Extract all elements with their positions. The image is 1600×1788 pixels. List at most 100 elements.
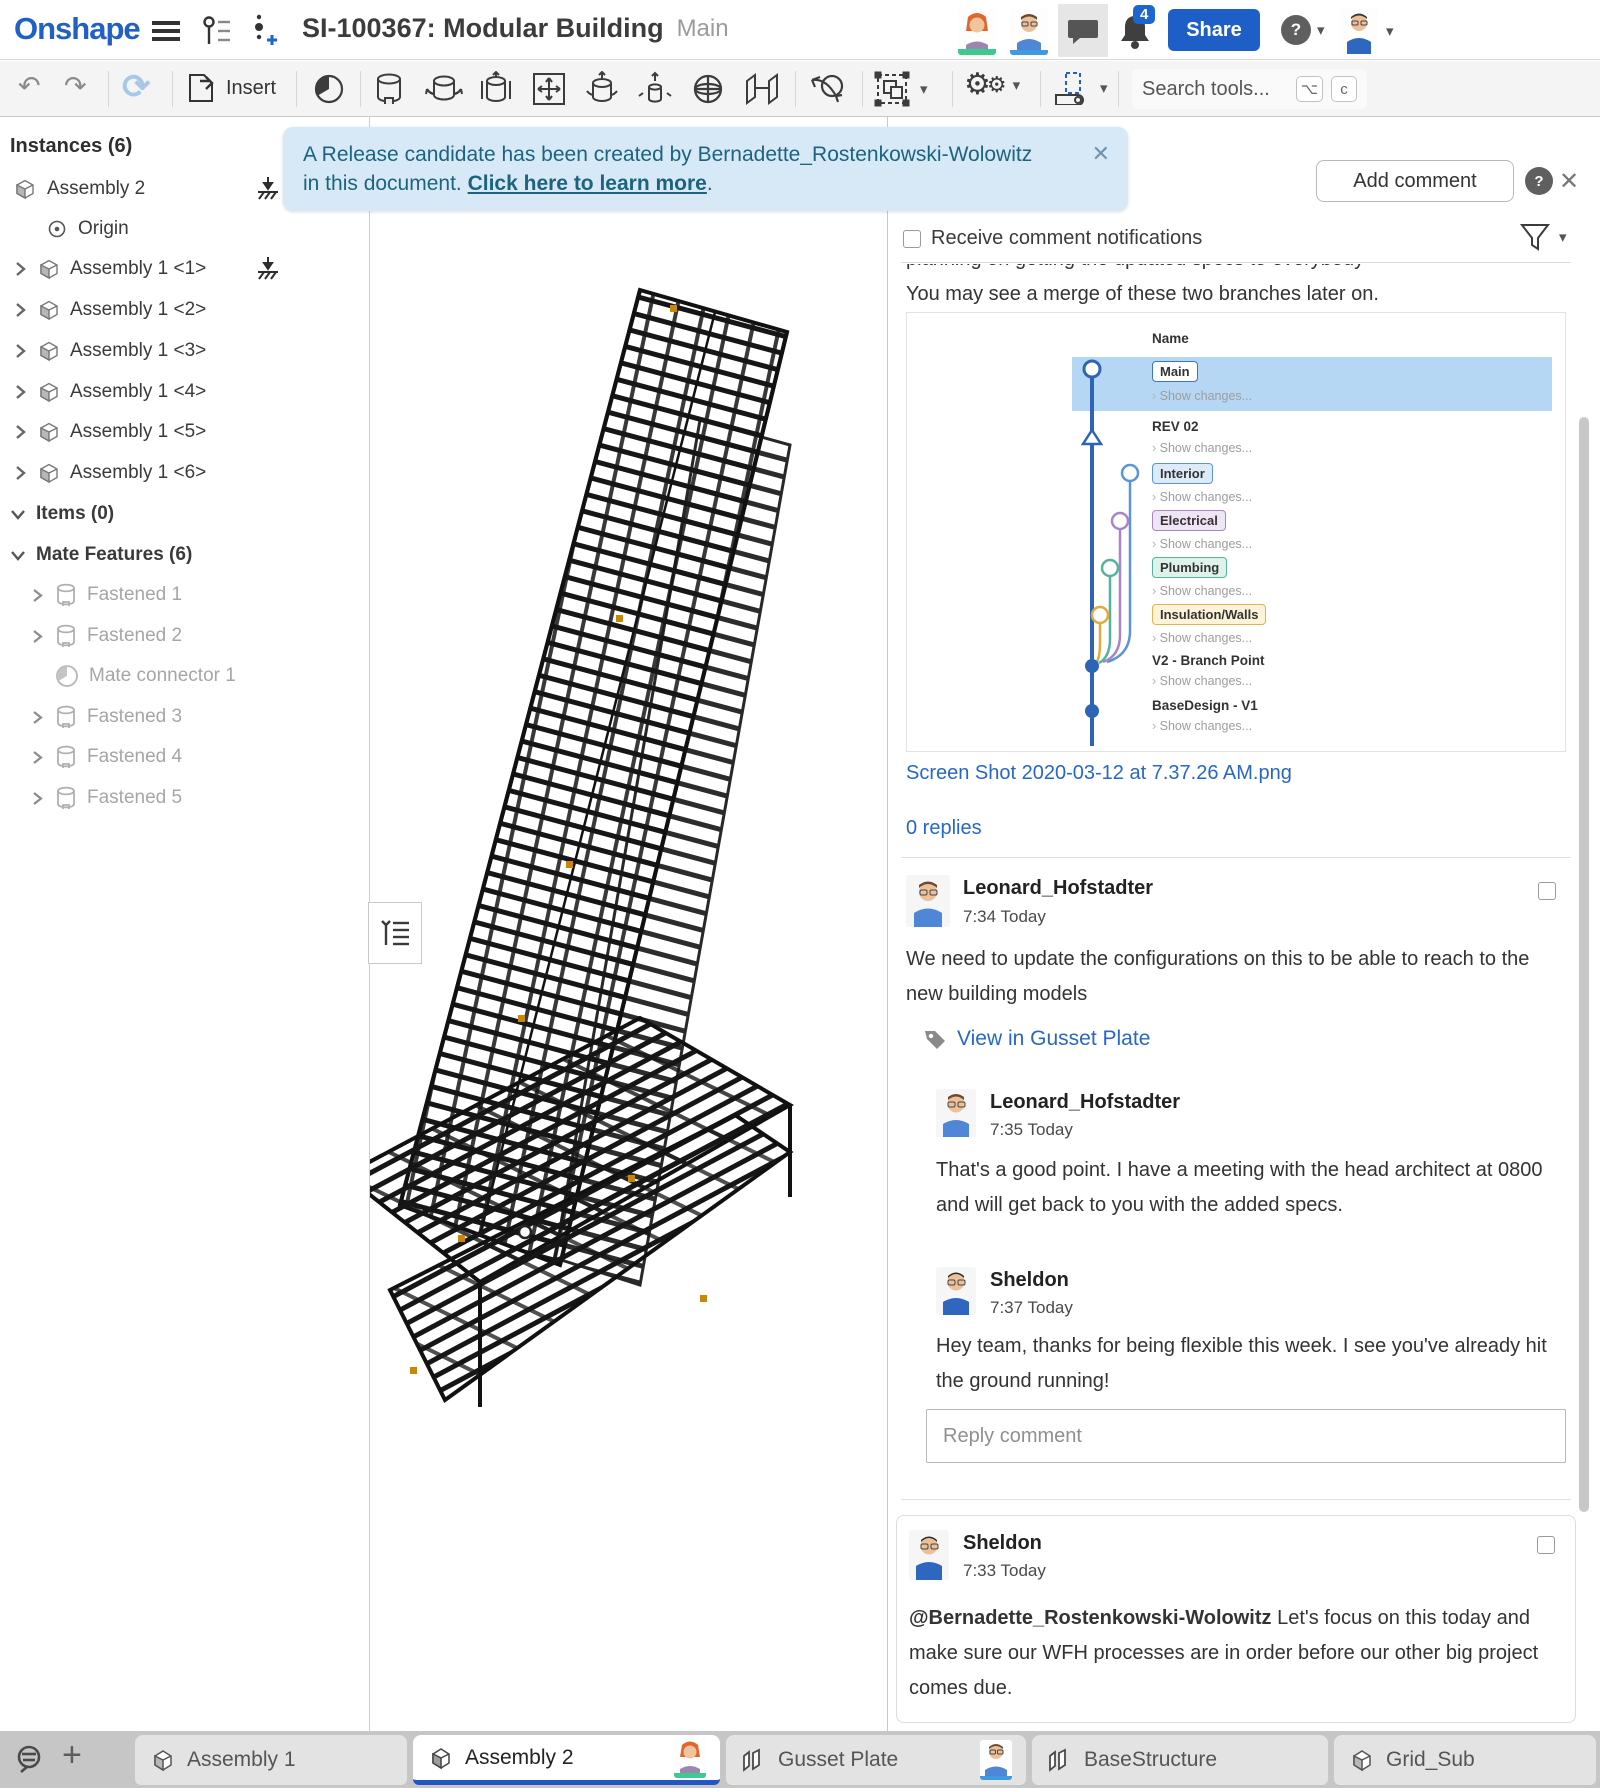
- tab-grid-sub[interactable]: Grid_Sub: [1334, 1735, 1596, 1785]
- notifications-label: Receive comment notifications: [931, 227, 1202, 250]
- planar-mate-icon[interactable]: [531, 71, 567, 107]
- insert-version-icon[interactable]: [250, 12, 280, 48]
- tree-item-fastened4[interactable]: Fastened 4: [30, 740, 182, 774]
- collaborator-avatar-bernadette: [958, 9, 996, 55]
- mate-connector-icon[interactable]: [312, 72, 346, 106]
- chat-bubble-icon: [1068, 17, 1098, 45]
- origin-marker: [519, 1226, 531, 1238]
- chevron-right-icon[interactable]: [30, 588, 45, 603]
- chevron-right-icon[interactable]: [30, 791, 45, 806]
- revolute-mate-icon[interactable]: [425, 71, 463, 107]
- section-view-menu[interactable]: ▾: [1052, 71, 1108, 105]
- chevron-right-icon[interactable]: [12, 261, 28, 277]
- assembly-icon: [149, 1746, 177, 1774]
- comments-toggle-button[interactable]: [1058, 4, 1108, 57]
- comments-close-icon[interactable]: ✕: [1559, 167, 1579, 196]
- chevron-right-icon[interactable]: [12, 465, 28, 481]
- comments-help-icon[interactable]: ?: [1525, 167, 1553, 195]
- notifications-checkbox[interactable]: [903, 230, 921, 248]
- assembly-icon: [12, 176, 38, 202]
- chevron-down-icon[interactable]: [10, 547, 26, 563]
- tree-item-mate-connector1[interactable]: Mate connector 1: [54, 659, 236, 693]
- view-in-gusset-plate-link[interactable]: View in Gusset Plate: [957, 1027, 1150, 1051]
- version-tree-icon[interactable]: [200, 14, 232, 46]
- tab-gusset-plate[interactable]: Gusset Plate: [726, 1735, 1026, 1785]
- thread1-body: You may see a merge of these two branche…: [906, 277, 1566, 312]
- tab-assembly1[interactable]: Assembly 1: [135, 1735, 407, 1785]
- feature-tools-menu[interactable]: ⚙ ⚙ ▾: [964, 67, 1020, 102]
- add-comment-button[interactable]: Add comment: [1316, 160, 1514, 202]
- tree-item-assembly1-5[interactable]: Assembly 1 <5>: [12, 415, 206, 449]
- tree-item-fastened2[interactable]: Fastened 2: [30, 619, 182, 653]
- part-studio-icon: [1046, 1746, 1074, 1774]
- fixed-anchor-icon: [255, 255, 281, 281]
- chevron-down-icon: ▾: [1317, 21, 1325, 39]
- tab-basestructure[interactable]: BaseStructure: [1032, 1735, 1328, 1785]
- chevron-right-icon[interactable]: [30, 629, 45, 644]
- tree-item-origin[interactable]: Origin: [46, 212, 129, 246]
- tree-section-items[interactable]: Items (0): [10, 497, 114, 531]
- update-sync-icon[interactable]: ⟳: [122, 67, 151, 107]
- replies-count-link[interactable]: 0 replies: [906, 817, 982, 840]
- search-tools-placeholder: Search tools...: [1142, 78, 1288, 101]
- comment-time: 7:33 Today: [963, 1561, 1046, 1581]
- tree-item-assembly2-root[interactable]: Assembly 2: [12, 172, 145, 206]
- avatar-leonard: [906, 875, 950, 927]
- learn-more-link[interactable]: Click here to learn more: [468, 172, 707, 195]
- parallel-mate-icon[interactable]: [743, 71, 781, 107]
- share-button[interactable]: Share: [1168, 9, 1260, 51]
- reply-comment-input[interactable]: [926, 1409, 1566, 1463]
- instances-flyout-toggle[interactable]: [368, 902, 422, 964]
- group-tools-menu[interactable]: ▾: [874, 71, 928, 107]
- assembly-icon: [1348, 1746, 1376, 1774]
- chevron-down-icon: ▾: [1100, 79, 1108, 97]
- cylindrical-mate-icon[interactable]: [584, 71, 620, 107]
- help-menu[interactable]: ? ▾: [1281, 15, 1325, 45]
- attached-version-tree-image[interactable]: Name Main Show changes... REV 02 Sh: [906, 312, 1566, 752]
- tab-search-icon[interactable]: [12, 1743, 54, 1777]
- chevron-right-icon[interactable]: [30, 710, 45, 725]
- chevron-right-icon[interactable]: [12, 302, 28, 318]
- tree-item-assembly1-6[interactable]: Assembly 1 <6>: [12, 456, 206, 490]
- tab-avatar-leonard: [980, 1740, 1012, 1780]
- tree-section-mate-features[interactable]: Mate Features (6): [10, 538, 192, 572]
- new-tab-plus-icon[interactable]: +: [62, 1736, 82, 1775]
- mention[interactable]: @Bernadette_Rostenkowski-Wolowitz: [909, 1607, 1272, 1629]
- redo-icon[interactable]: ↷: [64, 71, 87, 102]
- tree-item-assembly1-3[interactable]: Assembly 1 <3>: [12, 334, 206, 368]
- assembly-3d-view[interactable]: [370, 117, 887, 1731]
- tree-item-fastened1[interactable]: Fastened 1: [30, 578, 182, 612]
- user-account-menu[interactable]: ▾: [1340, 8, 1394, 54]
- undo-icon[interactable]: ↶: [18, 71, 41, 102]
- comment-time: 7:34 Today: [963, 907, 1046, 927]
- comments-scrollbar[interactable]: [1579, 417, 1589, 1512]
- tree-item-assembly1-2[interactable]: Assembly 1 <2>: [12, 293, 206, 327]
- chevron-right-icon[interactable]: [12, 384, 28, 400]
- transform-rotate-icon[interactable]: [808, 70, 848, 108]
- comment-resolve-checkbox[interactable]: [1537, 1536, 1555, 1554]
- banner-close-icon[interactable]: ✕: [1092, 141, 1110, 167]
- tree-item-assembly1-4[interactable]: Assembly 1 <4>: [12, 375, 206, 409]
- chevron-right-icon[interactable]: [12, 424, 28, 440]
- tab-assembly2[interactable]: Assembly 2: [413, 1735, 720, 1785]
- comment-resolve-checkbox[interactable]: [1538, 882, 1556, 900]
- gears-icon: ⚙: [964, 67, 981, 102]
- tree-item-fastened5[interactable]: Fastened 5: [30, 781, 182, 815]
- slider-mate-icon[interactable]: [478, 71, 514, 107]
- pin-slot-mate-icon[interactable]: [637, 71, 673, 107]
- chevron-right-icon[interactable]: [12, 343, 28, 359]
- origin-icon: [46, 218, 68, 240]
- ball-mate-icon[interactable]: [690, 71, 726, 107]
- tree-item-assembly1-1[interactable]: Assembly 1 <1>: [12, 252, 206, 286]
- insert-button[interactable]: Insert: [186, 71, 276, 105]
- fastened-mate-icon[interactable]: [372, 71, 406, 107]
- onshape-logo[interactable]: Onshape: [14, 11, 140, 47]
- chevron-right-icon[interactable]: [30, 750, 45, 765]
- avatar-leonard: [936, 1089, 976, 1137]
- search-tools-field[interactable]: Search tools... ⌥ c: [1132, 69, 1367, 109]
- attachment-filename-link[interactable]: Screen Shot 2020-03-12 at 7.37.26 AM.png: [906, 762, 1292, 785]
- chevron-down-icon[interactable]: [10, 506, 26, 522]
- comment-filter-menu[interactable]: ▾: [1519, 222, 1567, 252]
- hamburger-menu-icon[interactable]: [152, 21, 180, 41]
- tree-item-fastened3[interactable]: Fastened 3: [30, 700, 182, 734]
